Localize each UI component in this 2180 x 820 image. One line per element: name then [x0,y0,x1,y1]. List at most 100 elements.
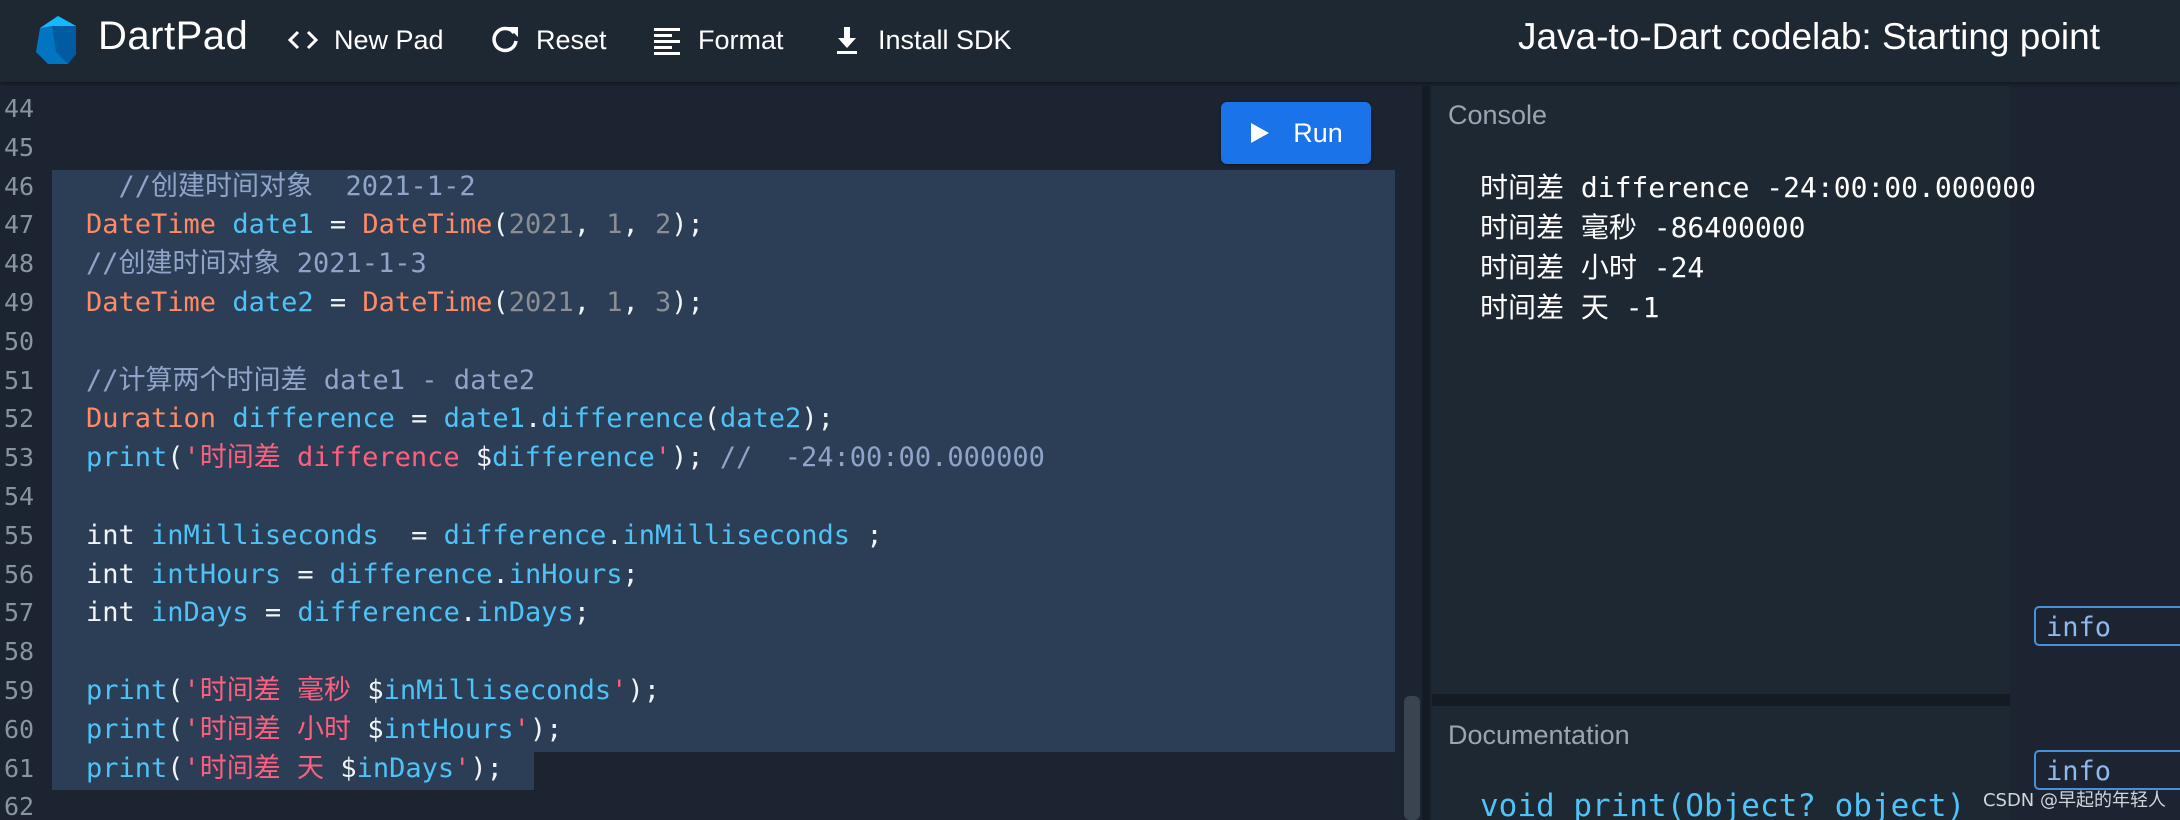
panel-divider[interactable] [1422,86,1430,820]
code-token: '时间差 小时 [183,713,368,745]
code-token: ); [671,209,704,241]
dart-logo-icon[interactable] [30,14,82,66]
play-icon [1251,123,1270,143]
code-token: ' [654,442,671,474]
code-token: ); [671,287,704,318]
code-token: ( [492,287,509,318]
code-token: inDays [151,597,249,629]
code-token: 2021 [508,209,574,241]
issues-strip: info info [2010,580,2180,820]
format-button[interactable]: Format [650,18,784,62]
info-badge[interactable]: info [2034,606,2180,646]
code-token: DateTime [86,209,217,241]
line-number: 56 [4,559,35,589]
code-token: difference [232,403,395,435]
code-token: // -24:00:00.000000 [719,442,1045,474]
code-token: intHours [383,713,514,745]
code-editor[interactable]: 44 45 46 47 48 49 50 51 52 53 54 55 56 57 58 59 60 61 62 /… [0,86,1402,820]
run-button[interactable]: Run [1221,102,1371,164]
code-token: , [622,287,656,318]
code-token: . [606,519,623,551]
code-token: //计算两个时间差 date1 - date2 [86,364,536,396]
line-number: 57 [4,598,35,628]
reset-button[interactable]: Reset [488,18,607,62]
app-title[interactable]: DartPad [98,14,248,59]
code-line: print('时间差 小时 $intHours'); [86,711,562,749]
code-token: int [86,558,135,590]
line-number: 49 [4,288,35,317]
refresh-icon [492,26,518,53]
code-token: . [524,403,542,435]
code-token: $ [340,752,357,784]
code-token: = [313,287,363,318]
code-token: 1 [606,287,623,318]
code-token: ( [703,403,721,435]
code-token: = [313,209,363,241]
line-number: 59 [4,676,35,705]
code-token: inDays [476,597,574,629]
code-token: . [492,558,509,590]
code-token: '时间差 毫秒 [183,675,368,706]
code-token: ); [670,442,720,474]
console-output-line: 时间差 天 -1 [1480,291,1660,324]
code-token: ' [611,675,628,706]
code-token: date2 [232,287,314,318]
code-token: DateTime [86,287,217,318]
code-token: inMilliseconds [383,675,612,706]
code-token: , [573,287,607,318]
code-token: int [86,519,135,551]
code-token: DateTime [362,287,493,318]
line-number: 47 [4,210,35,240]
console-title: Console [1448,100,1548,130]
code-line: //创建时间对象 2021-1-3 [86,245,427,283]
code-token: = [281,558,330,590]
line-number-gutter: 44 45 46 47 48 49 50 51 52 53 54 55 56 57 58 59 60 61 62 [0,86,50,820]
code-token: . [459,597,477,629]
new-pad-button[interactable]: New Pad [286,18,444,62]
code-token: difference [329,558,493,590]
app-header: DartPad New Pad Reset Format Install SDK… [0,0,2180,82]
panel-splitter[interactable] [1432,694,2010,706]
code-token: '时间差 difference [183,442,476,474]
line-number: 52 [4,404,35,434]
code-token: print [86,713,168,745]
code-token: ( [167,752,184,784]
code-token: 1 [606,209,623,241]
code-token: print [86,752,168,784]
code-token: DateTime [362,209,493,241]
code-token: = [394,403,444,435]
new-pad-label: New Pad [334,24,444,55]
code-token: //创建时间对象 2021-1-3 [86,248,427,280]
line-number: 51 [4,365,35,395]
code-line: print('时间差 difference $difference'); // … [86,439,1045,477]
line-number: 53 [4,443,35,473]
document-title: Java-to-Dart codelab: Starting point [1517,16,2100,57]
line-number: 45 [4,132,35,162]
code-token: Duration [86,403,217,435]
code-token: ); [470,752,503,784]
editor-scrollbar-thumb[interactable] [1404,696,1420,820]
info-badge[interactable]: info [2034,750,2180,790]
format-label: Format [698,24,784,55]
line-number: 55 [4,520,35,550]
code-token: ; [622,558,639,590]
line-number: 62 [4,792,35,820]
code-token: 3 [655,287,672,318]
code-token: '时间差 天 [183,752,341,784]
code-token: , [573,209,607,241]
console-panel: Console 时间差 difference -24:00:00.000000 时… [1432,86,2036,694]
code-token: difference [443,519,607,551]
code-token: inHours [508,558,623,590]
code-token: ); [801,403,834,435]
code-token: ' [454,752,471,784]
code-token: intHours [151,558,282,590]
code-line: DateTime date1 = DateTime(2021, 1, 2); [86,206,704,244]
install-sdk-label: Install SDK [878,24,1012,55]
code-token: date1 [232,209,314,241]
console-output-line: 时间差 difference -24:00:00.000000 [1480,171,2037,204]
code-token: 2 [655,209,672,241]
install-sdk-button[interactable]: Install SDK [830,18,1012,62]
